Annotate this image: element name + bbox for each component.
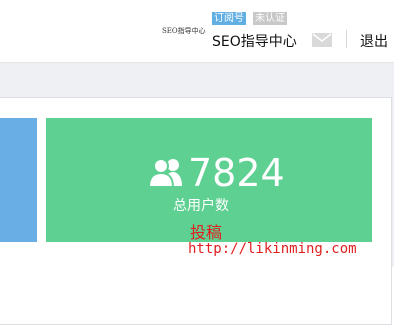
total-users-label: 总用户数 (173, 198, 229, 214)
header-divider (346, 30, 347, 48)
logout-link[interactable]: 退出 (360, 31, 388, 51)
account-name[interactable]: SEO指导中心 (212, 31, 297, 51)
watermark-url: http://likinming.com (188, 241, 357, 257)
subscription-badge: 订阅号 (212, 12, 246, 25)
blue-stat-card[interactable] (0, 118, 37, 242)
small-logo-text: SEO指导中心 (162, 27, 206, 35)
users-icon (147, 156, 186, 188)
watermark-text: 投稿 (190, 223, 223, 242)
unverified-badge: 未认证 (253, 12, 287, 25)
mail-icon[interactable] (312, 32, 332, 47)
top-header: SEO指导中心 订阅号 未认证 SEO指导中心 退出 (0, 0, 394, 63)
total-users-value: 7824 (188, 151, 285, 195)
